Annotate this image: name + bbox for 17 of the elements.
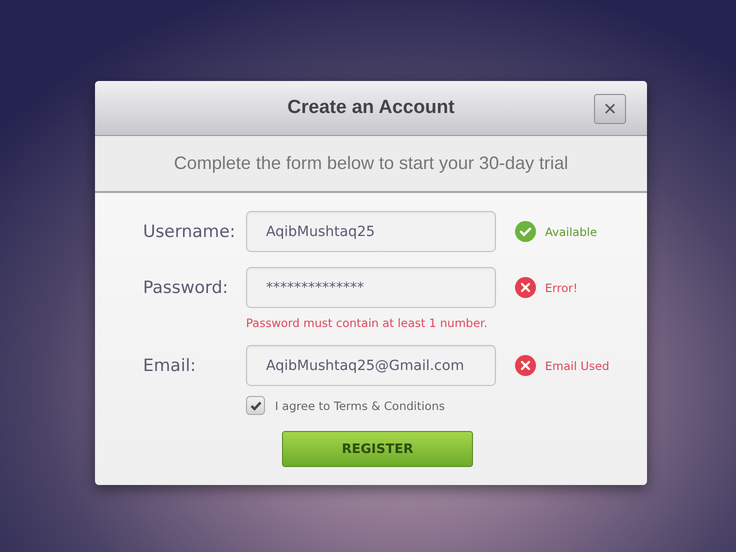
checkbox[interactable]	[246, 396, 265, 415]
checkbox-label: I agree to Terms & Conditions	[275, 398, 445, 412]
status-text: Email Used	[545, 358, 610, 372]
dialog-title: Create an Account	[287, 97, 455, 119]
input-field[interactable]: **************	[246, 267, 496, 308]
status-text: Error!	[545, 280, 578, 294]
register-button[interactable]: REGISTER	[282, 431, 473, 467]
input-field[interactable]: AqibMushtaq25@Gmail.com	[246, 345, 496, 386]
field-label: Password:	[142, 278, 230, 298]
error-message: Password must contain at least 1 number.	[246, 316, 488, 330]
field-label: Email:	[142, 356, 197, 376]
close-button[interactable]: ×	[594, 94, 626, 124]
subtitle: Complete the form below to start your 30-day trial	[174, 153, 568, 174]
status-text: Available	[545, 224, 598, 238]
field-label: Username:	[142, 222, 236, 242]
input-field[interactable]: AqibMushtaq25	[246, 211, 496, 252]
checkmark-icon	[250, 400, 262, 410]
